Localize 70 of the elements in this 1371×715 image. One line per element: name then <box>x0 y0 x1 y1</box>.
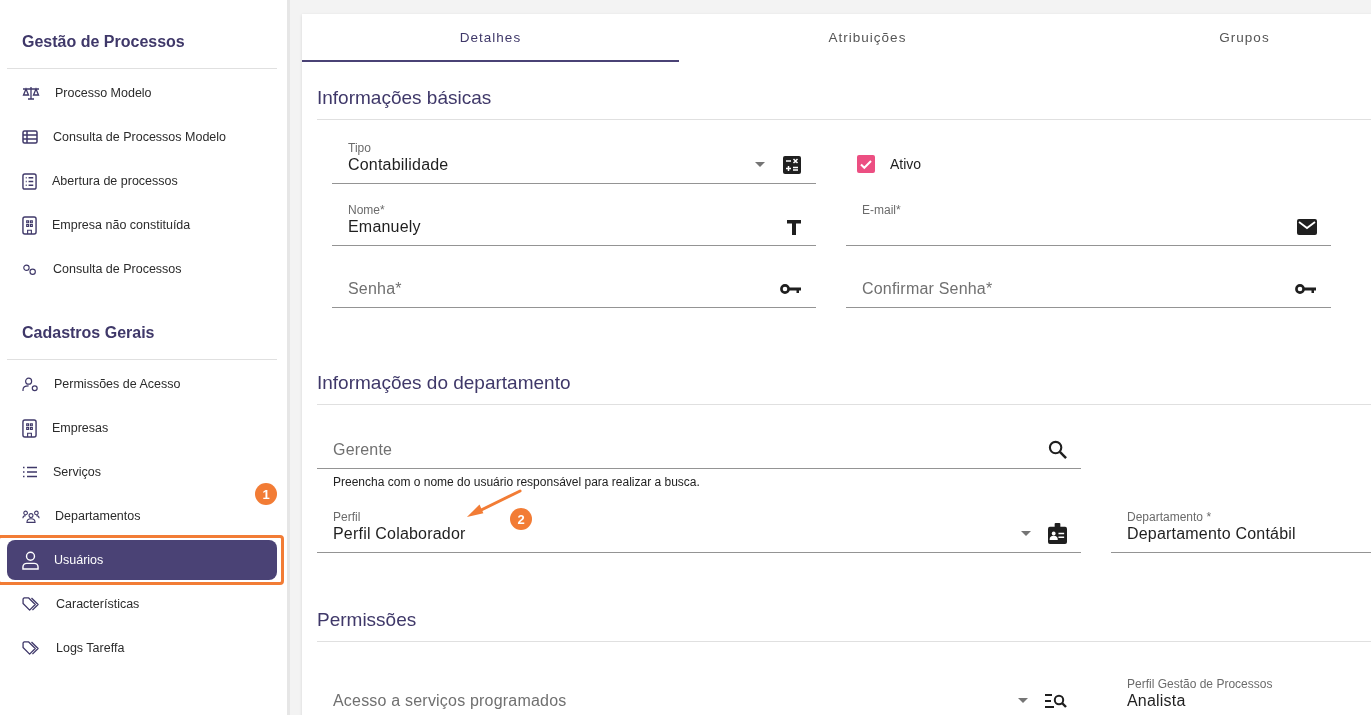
building-icon <box>22 215 37 235</box>
mail-icon <box>1297 218 1317 235</box>
section-title: Informações do departamento <box>317 371 572 395</box>
sidebar-item[interactable]: Empresas <box>7 408 277 448</box>
field-label: Nome* <box>348 202 385 217</box>
building-icon <box>22 418 37 438</box>
field-placeholder: Gerente <box>333 439 393 460</box>
field-label: Tipo <box>348 140 371 155</box>
sidebar-item[interactable]: Características <box>7 584 277 624</box>
field-label: Perfil <box>333 509 361 524</box>
sidebar-item[interactable]: Usuários <box>7 540 277 580</box>
annotation-badge: 2 <box>510 508 532 530</box>
sidebar-section-title: Cadastros Gerais <box>22 323 156 343</box>
text-icon <box>786 218 802 235</box>
tag-icon <box>22 596 41 612</box>
select-field[interactable]: Acesso a serviços programados <box>317 658 1081 715</box>
person-icon <box>22 550 39 570</box>
select-field[interactable]: Tipo Contabilidade <box>332 122 816 184</box>
table-icon <box>22 130 38 144</box>
tab[interactable]: Detalhes <box>302 14 679 62</box>
checkbox-label: Ativo <box>890 156 922 172</box>
field-hint: Preencha com o nome do usuário responsável para realizar a busca. <box>333 475 701 491</box>
checkbox[interactable] <box>857 155 875 173</box>
select-field[interactable]: Perfil Perfil Colaborador 2 <box>317 491 1081 553</box>
user-gear-icon <box>22 376 39 392</box>
sidebar-item[interactable]: Consulta de Processos <box>7 249 277 289</box>
search-icon[interactable] <box>1048 440 1067 459</box>
tab[interactable]: Atribuições <box>679 14 1056 62</box>
text-field[interactable]: E-mail* <box>846 184 1331 246</box>
field-value: Emanuely <box>348 216 421 237</box>
scale-icon <box>22 86 40 100</box>
id-badge-icon <box>1048 523 1067 544</box>
field-placeholder: Senha* <box>348 278 402 299</box>
text-field[interactable]: Departamento * Departamento Contábil <box>1111 491 1371 553</box>
text-field[interactable]: Nome* Emanuely <box>332 184 816 246</box>
sidebar-item[interactable]: Permissões de Acesso <box>7 364 277 404</box>
key-icon <box>780 282 802 295</box>
caret-icon[interactable] <box>755 162 765 167</box>
people-icon <box>22 509 40 523</box>
section-title: Informações básicas <box>317 86 493 110</box>
field-value: Contabilidade <box>348 155 449 175</box>
caret-icon[interactable] <box>1018 698 1028 703</box>
tag-icon <box>22 640 41 656</box>
text-field[interactable]: Perfil Gestão de Processos Analista <box>1111 658 1371 715</box>
field-placeholder: Acesso a serviços programados <box>333 690 567 711</box>
text-field[interactable]: Gerente <box>317 407 1081 469</box>
section-title: Permissões <box>317 608 418 632</box>
field-label: Perfil Gestão de Processos <box>1127 676 1273 691</box>
sidebar-section-title: Gestão de Processos <box>22 32 186 52</box>
sidebar-item[interactable]: Logs Tareffa <box>7 628 277 668</box>
list-icon <box>22 466 38 478</box>
field-label: E-mail* <box>862 202 901 217</box>
calculator-icon <box>782 154 802 175</box>
sidebar-item[interactable]: Processo Modelo <box>7 73 277 113</box>
field-placeholder: Confirmar Senha* <box>862 278 993 299</box>
list-search-icon[interactable] <box>1045 692 1067 709</box>
checklist-icon <box>22 172 37 190</box>
key-icon <box>1295 282 1317 295</box>
field-value: Departamento Contábil <box>1127 524 1296 544</box>
text-field[interactable]: Senha* <box>332 246 816 308</box>
sidebar-item[interactable]: Consulta de Processos Modelo <box>7 117 277 157</box>
tab[interactable]: Grupos <box>1056 14 1371 62</box>
caret-icon[interactable] <box>1021 531 1031 536</box>
field-label: Departamento * <box>1127 509 1212 524</box>
text-field[interactable]: Confirmar Senha* <box>846 246 1331 308</box>
sidebar-item[interactable]: Abertura de processos <box>7 161 277 201</box>
annotation-badge: 1 <box>255 483 277 505</box>
field-value: Perfil Colaborador <box>333 523 466 544</box>
field-value: Analista <box>1127 690 1186 711</box>
sidebar-item[interactable]: Empresa não constituída <box>7 205 277 245</box>
